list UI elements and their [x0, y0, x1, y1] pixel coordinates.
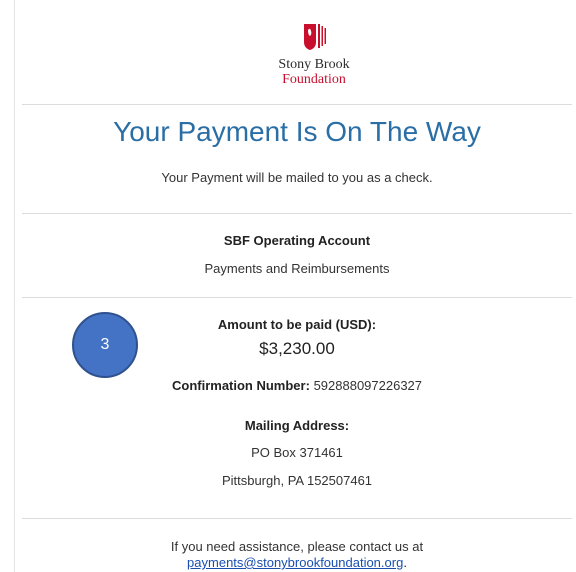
divider [22, 213, 572, 214]
shield-torch-icon [304, 24, 326, 50]
left-border [14, 0, 15, 572]
account-description: Payments and Reimbursements [204, 261, 390, 276]
divider [22, 518, 572, 519]
account-name: SBF Operating Account [223, 233, 371, 248]
step-number-badge: 3 [72, 312, 138, 378]
divider [22, 104, 572, 105]
logo-text-line2: Foundation [282, 72, 346, 87]
confirmation-value: 592888097226327 [313, 378, 423, 393]
help-email-period: . [403, 555, 407, 570]
page-title: Your Payment Is On The Way [113, 116, 481, 147]
page-subtitle: Your Payment will be mailed to you as a … [161, 170, 433, 185]
email-header: Stony Brook Foundation [20, 0, 572, 104]
help-email-line: payments@stonybrookfoundation.org. [22, 555, 572, 571]
mailing-address-line1: PO Box 371461 [251, 445, 343, 460]
mailing-address-line2: Pittsburgh, PA 152507461 [221, 473, 373, 488]
confirmation-label: Confirmation Number: [171, 378, 310, 393]
mailing-address-label: Mailing Address: [244, 418, 350, 433]
divider [22, 297, 572, 298]
confirmation-number: Confirmation Number: 592888097226327 [22, 378, 572, 394]
help-text: If you need assistance, please contact u… [170, 539, 424, 554]
logo-text-line1: Stony Brook [278, 57, 350, 72]
support-email-link[interactable]: payments@stonybrookfoundation.org [187, 555, 403, 570]
